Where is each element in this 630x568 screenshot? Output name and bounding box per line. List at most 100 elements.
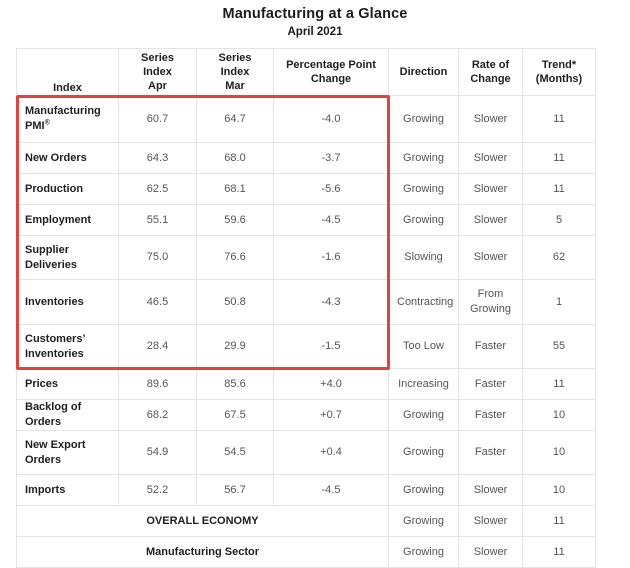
column-header-percentage-point-change: Percentage Point Change xyxy=(274,49,389,96)
table-row: Employment55.159.6-4.5GrowingSlower5 xyxy=(17,205,596,236)
column-header-index: Index xyxy=(17,49,119,96)
column-header-line2: Change xyxy=(311,73,351,85)
column-header-line2: Apr xyxy=(148,80,167,92)
table-body: Manufacturing PMI®60.764.7-4.0GrowingSlo… xyxy=(17,96,596,568)
cell-index-name: New Orders xyxy=(17,143,119,174)
cell-trend-months: 11 xyxy=(523,369,596,400)
cell-index-name: Employment xyxy=(17,205,119,236)
cell-rate-of-change: Faster xyxy=(459,431,523,475)
cell-percentage-point-change: -3.7 xyxy=(274,143,389,174)
cell-summary-label: OVERALL ECONOMY xyxy=(17,506,389,537)
table-row: Backlog of Orders68.267.5+0.7GrowingFast… xyxy=(17,400,596,431)
table-row: New Orders64.368.0-3.7GrowingSlower11 xyxy=(17,143,596,174)
table-row: Customers’ Inventories28.429.9-1.5Too Lo… xyxy=(17,325,596,369)
cell-index-name: Customers’ Inventories xyxy=(17,325,119,369)
cell-direction: Growing xyxy=(389,205,459,236)
page-title: Manufacturing at a Glance xyxy=(0,5,630,23)
cell-trend-months: 10 xyxy=(523,475,596,506)
column-header-direction: Direction xyxy=(389,49,459,96)
table-row: Production62.568.1-5.6GrowingSlower11 xyxy=(17,174,596,205)
cell-series-index-mar: 68.1 xyxy=(197,174,274,205)
cell-direction: Growing xyxy=(389,506,459,537)
cell-series-index-apr: 46.5 xyxy=(119,280,197,325)
cell-percentage-point-change: -5.6 xyxy=(274,174,389,205)
cell-rate-of-change: Faster xyxy=(459,369,523,400)
cell-trend-months: 10 xyxy=(523,400,596,431)
cell-series-index-mar: 50.8 xyxy=(197,280,274,325)
cell-rate-of-change: Slower xyxy=(459,174,523,205)
cell-trend-months: 1 xyxy=(523,280,596,325)
cell-index-name: Imports xyxy=(17,475,119,506)
cell-rate-of-change: Slower xyxy=(459,506,523,537)
cell-direction: Growing xyxy=(389,400,459,431)
cell-trend-months: 11 xyxy=(523,96,596,143)
cell-index-name: Prices xyxy=(17,369,119,400)
cell-series-index-apr: 75.0 xyxy=(119,236,197,280)
cell-percentage-point-change: -1.6 xyxy=(274,236,389,280)
cell-index-name: New Export Orders xyxy=(17,431,119,475)
cell-trend-months: 11 xyxy=(523,506,596,537)
column-header-line1: Percentage Point xyxy=(286,59,376,71)
cell-index-name: Inventories xyxy=(17,280,119,325)
cell-rate-of-change: Slower xyxy=(459,537,523,568)
column-header-line1: Rate of xyxy=(472,59,509,71)
cell-summary-label: Manufacturing Sector xyxy=(17,537,389,568)
cell-rate-of-change: Slower xyxy=(459,475,523,506)
cell-series-index-mar: 64.7 xyxy=(197,96,274,143)
column-header-line1: Series Index xyxy=(141,52,174,78)
cell-series-index-apr: 68.2 xyxy=(119,400,197,431)
column-header-line1: Series Index xyxy=(218,52,251,78)
cell-series-index-mar: 68.0 xyxy=(197,143,274,174)
column-header-series-index-apr: Series Index Apr xyxy=(119,49,197,96)
cell-percentage-point-change: -4.5 xyxy=(274,205,389,236)
cell-percentage-point-change: -1.5 xyxy=(274,325,389,369)
table-row: Inventories46.550.8-4.3ContractingFrom G… xyxy=(17,280,596,325)
table-row: Manufacturing PMI®60.764.7-4.0GrowingSlo… xyxy=(17,96,596,143)
cell-series-index-mar: 54.5 xyxy=(197,431,274,475)
cell-direction: Slowing xyxy=(389,236,459,280)
table-row: New Export Orders54.954.5+0.4GrowingFast… xyxy=(17,431,596,475)
cell-direction: Too Low xyxy=(389,325,459,369)
cell-series-index-mar: 76.6 xyxy=(197,236,274,280)
cell-series-index-apr: 62.5 xyxy=(119,174,197,205)
cell-rate-of-change: Faster xyxy=(459,325,523,369)
cell-trend-months: 5 xyxy=(523,205,596,236)
cell-rate-of-change: Faster xyxy=(459,400,523,431)
column-header-rate-of-change: Rate of Change xyxy=(459,49,523,96)
manufacturing-at-a-glance-page: Manufacturing at a Glance April 2021 Ind… xyxy=(0,0,630,511)
column-header-series-index-mar: Series Index Mar xyxy=(197,49,274,96)
cell-series-index-apr: 64.3 xyxy=(119,143,197,174)
cell-percentage-point-change: +0.4 xyxy=(274,431,389,475)
cell-percentage-point-change: -4.5 xyxy=(274,475,389,506)
table-container: Index Series Index Apr Series Index Mar … xyxy=(16,48,595,568)
cell-series-index-apr: 28.4 xyxy=(119,325,197,369)
cell-direction: Growing xyxy=(389,96,459,143)
table-summary-row: OVERALL ECONOMYGrowingSlower11 xyxy=(17,506,596,537)
table-header: Index Series Index Apr Series Index Mar … xyxy=(17,49,596,96)
cell-direction: Growing xyxy=(389,475,459,506)
cell-rate-of-change: Slower xyxy=(459,143,523,174)
cell-percentage-point-change: -4.0 xyxy=(274,96,389,143)
cell-direction: Growing xyxy=(389,537,459,568)
cell-trend-months: 11 xyxy=(523,537,596,568)
cell-series-index-apr: 55.1 xyxy=(119,205,197,236)
cell-series-index-apr: 89.6 xyxy=(119,369,197,400)
cell-series-index-mar: 67.5 xyxy=(197,400,274,431)
cell-index-name: Production xyxy=(17,174,119,205)
cell-series-index-mar: 85.6 xyxy=(197,369,274,400)
cell-index-name: Supplier Deliveries xyxy=(17,236,119,280)
cell-percentage-point-change: -4.3 xyxy=(274,280,389,325)
cell-direction: Contracting xyxy=(389,280,459,325)
cell-series-index-mar: 29.9 xyxy=(197,325,274,369)
page-subtitle: April 2021 xyxy=(0,24,630,40)
table-header-row: Index Series Index Apr Series Index Mar … xyxy=(17,49,596,96)
cell-trend-months: 11 xyxy=(523,174,596,205)
cell-rate-of-change: Slower xyxy=(459,96,523,143)
cell-trend-months: 11 xyxy=(523,143,596,174)
cell-trend-months: 10 xyxy=(523,431,596,475)
cell-series-index-mar: 59.6 xyxy=(197,205,274,236)
cell-trend-months: 62 xyxy=(523,236,596,280)
cell-index-name: Backlog of Orders xyxy=(17,400,119,431)
cell-direction: Increasing xyxy=(389,369,459,400)
cell-index-name: Manufacturing PMI® xyxy=(17,96,119,143)
